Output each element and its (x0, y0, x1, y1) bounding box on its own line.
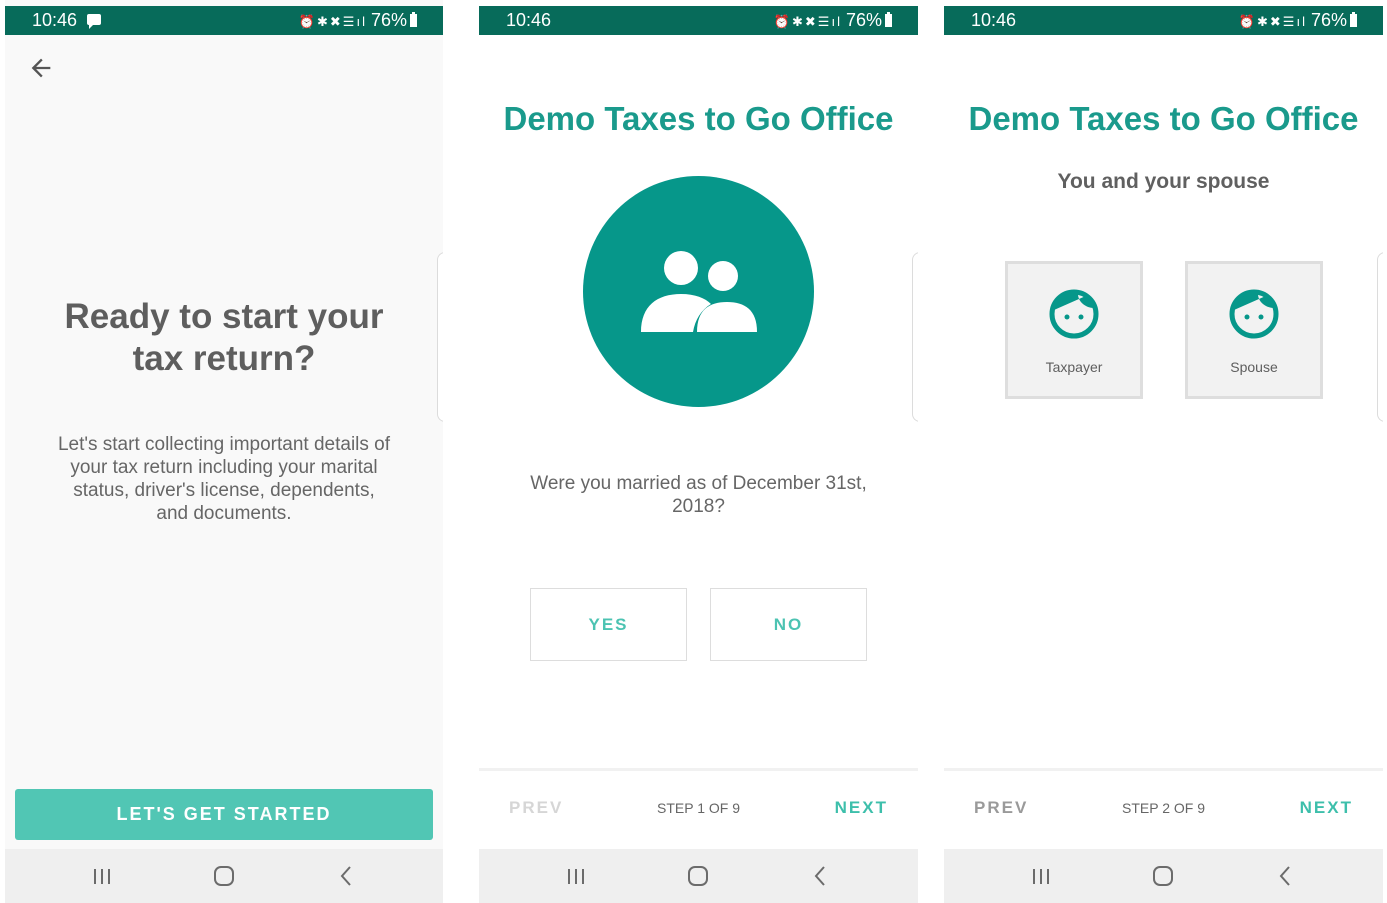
back-chevron-icon[interactable] (1272, 863, 1300, 889)
next-button[interactable]: NEXT (835, 798, 888, 818)
alarm-bluetooth-mute-wifi-signal-icons: ⏰✱✖☰ıl (773, 14, 842, 29)
status-time: 10:46 (506, 10, 552, 30)
recents-icon[interactable] (1027, 863, 1055, 889)
message-icon (87, 14, 101, 29)
people-icon (641, 251, 757, 332)
face-icon (1049, 289, 1099, 339)
recents-icon[interactable] (88, 863, 116, 889)
status-icons: ⏰✱✖☰ıl 76% (299, 10, 417, 31)
page-title: Ready to start your tax return? (5, 296, 443, 380)
system-nav-bar (479, 849, 918, 903)
taxpayer-label: Taxpayer (1045, 359, 1103, 375)
system-nav-bar (944, 849, 1383, 903)
next-button[interactable]: NEXT (1300, 798, 1353, 818)
headline-line-2: tax return? (132, 339, 316, 378)
status-icons: ⏰✱✖☰ıl 76% (1239, 10, 1357, 31)
next-card-peek (437, 252, 443, 422)
status-time: 10:46 (32, 10, 78, 30)
spouse-card[interactable]: Spouse (1185, 261, 1323, 399)
screen-married-question: 10:46 ⏰✱✖☰ıl 76% Demo Taxes to Go Office … (479, 0, 918, 903)
battery-percent: 76% (845, 10, 882, 30)
office-title: Demo Taxes to Go Office (968, 100, 1359, 137)
face-icon (1229, 289, 1279, 339)
yes-button[interactable]: YES (530, 588, 687, 661)
screen-start: 10:46 ⏰✱✖☰ıl 76% Ready to start your tax … (5, 0, 443, 903)
next-card-peek (912, 252, 918, 422)
home-icon[interactable] (210, 863, 238, 889)
office-title: Demo Taxes to Go Office (503, 100, 894, 137)
get-started-button[interactable]: LET'S GET STARTED (15, 789, 433, 840)
status-bar: 10:46 ⏰✱✖☰ıl 76% (944, 6, 1383, 35)
recents-icon[interactable] (562, 863, 590, 889)
spouse-label: Spouse (1230, 359, 1278, 375)
battery-icon (1350, 12, 1357, 27)
home-icon[interactable] (684, 863, 712, 889)
system-nav-bar (5, 849, 443, 903)
section-subtitle: You and your spouse (1057, 170, 1270, 193)
status-bar: 10:46 ⏰✱✖☰ıl 76% (5, 6, 443, 35)
battery-percent: 76% (370, 10, 407, 30)
status-bar: 10:46 ⏰✱✖☰ıl 76% (479, 6, 918, 35)
screen-you-and-spouse: 10:46 ⏰✱✖☰ıl 76% Demo Taxes to Go Office … (944, 0, 1383, 903)
back-chevron-icon[interactable] (807, 863, 835, 889)
battery-icon (410, 12, 417, 27)
battery-icon (885, 12, 892, 27)
status-icons: ⏰✱✖☰ıl 76% (774, 10, 892, 31)
back-chevron-icon[interactable] (333, 863, 361, 889)
next-card-peek (1377, 252, 1383, 422)
pager-divider (944, 768, 1383, 771)
home-icon[interactable] (1149, 863, 1177, 889)
headline-line-1: Ready to start your (64, 297, 384, 336)
intro-text: Let's start collecting important details… (57, 434, 391, 524)
alarm-bluetooth-mute-wifi-signal-icons: ⏰✱✖☰ıl (298, 14, 367, 29)
pager-divider (479, 768, 918, 771)
status-time: 10:46 (971, 10, 1017, 30)
battery-percent: 76% (1310, 10, 1347, 30)
people-badge (583, 176, 814, 407)
arrow-left-icon[interactable] (27, 54, 55, 82)
taxpayer-card[interactable]: Taxpayer (1005, 261, 1143, 399)
alarm-bluetooth-mute-wifi-signal-icons: ⏰✱✖☰ıl (1238, 14, 1307, 29)
no-button[interactable]: NO (710, 588, 867, 661)
married-question: Were you married as of December 31st, 20… (530, 473, 867, 517)
